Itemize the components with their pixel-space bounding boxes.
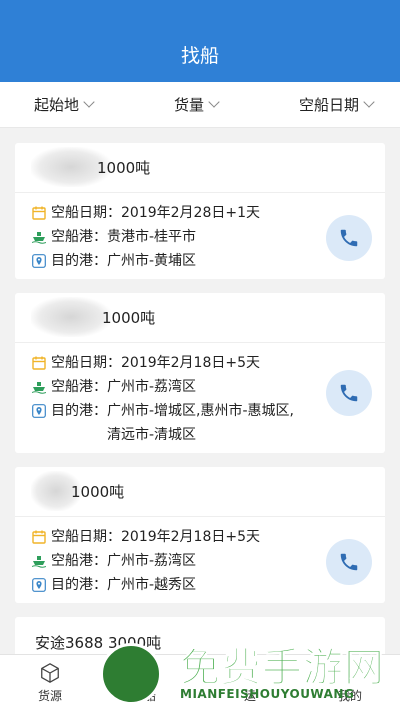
status-bar [0,0,400,26]
title-bar: 找船 [0,26,400,82]
ship-list[interactable]: 1000吨 空船日期： 2019年2月28日+1天 空船港： 贵港市-桂平市 目… [0,128,400,711]
date-label: 空船日期： [51,355,121,371]
tab-cargo[interactable]: 货源 [0,655,100,711]
ship-card[interactable]: 1000吨 空船日期： 2019年2月28日+1天 空船港： 贵港市-桂平市 目… [15,143,385,279]
watermark: 免费手游网 MIANFEISHOUYOUWANG [100,631,400,707]
date-row: 空船日期： 2019年2月28日+1天 [32,201,305,225]
ship-tonnage: 1000吨 [71,483,125,501]
calendar-icon [32,356,46,370]
port-value: 广州市-荔湾区 [107,553,197,569]
date-value: 2019年2月18日+5天 [121,355,260,371]
port-value: 广州市-荔湾区 [107,379,197,395]
ship-card[interactable]: 1000吨 空船日期： 2019年2月18日+5天 空船港： 广州市-荔湾区 目… [15,467,385,603]
date-value: 2019年2月18日+5天 [121,529,260,545]
calendar-icon [32,530,46,544]
dest-value: 广州市-越秀区 [107,577,197,593]
ship-card-header: 1000吨 [15,143,385,193]
port-row: 空船港： 广州市-荔湾区 [32,375,305,399]
ship-tonnage: 1000吨 [97,159,151,177]
redacted-name [31,297,111,337]
calendar-icon [32,206,46,220]
call-button[interactable] [326,215,372,261]
watermark-logo [100,643,162,705]
page-title: 找船 [180,44,219,67]
dest-label: 目的港： [51,253,107,269]
filter-cargo[interactable]: 货量 [173,94,220,115]
ship-card-header: 1000吨 [15,467,385,517]
location-pin-icon [32,404,46,418]
phone-icon [340,229,358,247]
ship-icon [32,232,46,244]
filter-origin-label: 起始地 [34,96,80,114]
call-button[interactable] [326,539,372,585]
date-row: 空船日期： 2019年2月18日+5天 [32,351,305,375]
watermark-title: 免费手游网 [180,645,385,692]
dest-row: 目的港： 广州市-增城区,惠州市-惠城区,清远市-清城区 [32,399,305,447]
dest-row: 目的港： 广州市-黄埔区 [32,249,305,273]
dest-label: 目的港： [51,577,107,593]
dest-row: 目的港： 广州市-越秀区 [32,573,305,597]
location-pin-icon [32,578,46,592]
filter-date-label: 空船日期 [298,96,359,114]
port-row: 空船港： 贵港市-桂平市 [32,225,305,249]
location-pin-icon [32,254,46,268]
tab-cargo-label: 货源 [37,689,62,703]
chevron-down-icon [83,96,95,108]
filter-date[interactable]: 空船日期 [298,94,375,115]
port-label: 空船港： [51,379,107,395]
port-label: 空船港： [51,553,107,569]
phone-icon [340,553,358,571]
ship-tonnage: 1000吨 [102,309,156,327]
dest-label: 目的港： [51,403,107,419]
ship-card-header: 1000吨 [15,293,385,343]
ship-card[interactable]: 1000吨 空船日期： 2019年2月18日+5天 空船港： 广州市-荔湾区 目… [15,293,385,453]
date-value: 2019年2月28日+1天 [121,205,260,221]
dest-value: 广州市-增城区,惠州市-惠城区,清远市-清城区 [107,403,295,443]
ship-icon [32,382,46,394]
date-label: 空船日期： [51,205,121,221]
chevron-down-icon [208,96,220,108]
date-label: 空船日期： [51,529,121,545]
ship-icon [32,556,46,568]
chevron-down-icon [363,96,375,108]
phone-icon [340,384,358,402]
filter-origin[interactable]: 起始地 [34,94,95,115]
port-row: 空船港： 广州市-荔湾区 [32,549,305,573]
date-row: 空船日期： 2019年2月18日+5天 [32,525,305,549]
dest-value: 广州市-黄埔区 [107,253,197,269]
port-label: 空船港： [51,229,107,245]
filter-cargo-label: 货量 [173,96,204,114]
port-value: 贵港市-桂平市 [107,229,197,245]
call-button[interactable] [326,370,372,416]
cube-icon [41,663,59,683]
watermark-subtitle: MIANFEISHOUYOUWANG [180,687,355,701]
filter-bar: 起始地 货量 空船日期 [0,82,400,128]
